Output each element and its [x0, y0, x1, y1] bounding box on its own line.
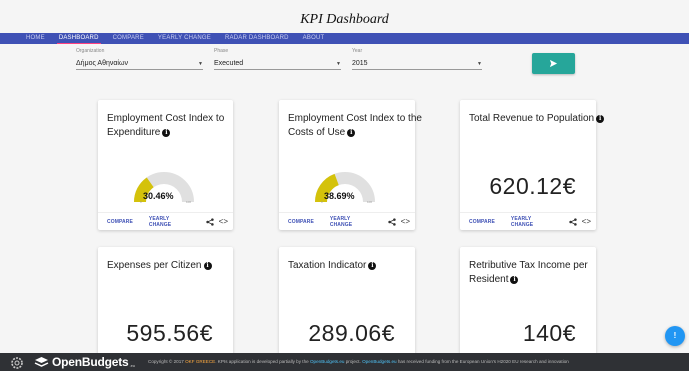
organization-select[interactable]: Organization Δήμος Αθηναίων ▼ — [76, 48, 203, 70]
gauge-min-label: 0 — [140, 200, 142, 204]
nav-compare[interactable]: COMPARE — [113, 33, 144, 44]
footer-text-prefix: Copyright © 2017 — [148, 359, 184, 364]
dropdown-arrow-icon: ▼ — [198, 61, 203, 67]
year-select[interactable]: Year 2015 ▼ — [352, 48, 482, 70]
share-icon[interactable] — [387, 217, 396, 226]
organization-value[interactable]: Δήμος Αθηναίων ▼ — [76, 60, 203, 70]
share-icon[interactable] — [568, 217, 577, 226]
kpi-card-title: Expenses per Citizen i — [107, 259, 247, 273]
card-actions: COMPARE YEARLY CHANGE <> — [460, 212, 596, 230]
organization-value-text: Δήμος Αθηναίων — [76, 60, 128, 67]
year-value[interactable]: 2015 ▼ — [352, 60, 482, 70]
kpi-value: 289.06€ — [308, 320, 395, 346]
yearly-change-button[interactable]: YEARLY CHANGE — [330, 216, 372, 228]
gauge-max-label: 100 — [186, 200, 192, 204]
info-icon[interactable]: i — [510, 276, 519, 284]
kpi-card-title-text: Taxation Indicator — [288, 260, 367, 271]
send-icon — [549, 59, 558, 68]
kpi-card-title-text: Retributive Tax Income per Resident — [469, 260, 588, 285]
kpi-card-title: Employment Cost Index to the Costs of Us… — [288, 112, 428, 140]
phase-label: Phase — [214, 48, 229, 54]
embed-code-icon[interactable]: <> — [401, 217, 410, 226]
compare-button[interactable]: COMPARE — [107, 219, 133, 225]
kpi-value: 140€ — [522, 320, 576, 346]
nav-radar-dashboard[interactable]: RADAR DASHBOARD — [225, 33, 289, 44]
dropdown-arrow-icon: ▼ — [336, 61, 341, 67]
kpi-card-title: Retributive Tax Income per Resident i — [469, 259, 609, 287]
phase-value[interactable]: Executed ▼ — [214, 60, 341, 70]
kpi-card: Employment Cost Index to Expenditure i 30… — [98, 100, 233, 230]
kpi-card-title: Taxation Indicator i — [288, 259, 428, 273]
kpi-card: Employment Cost Index to the Costs of Us… — [279, 100, 422, 230]
footer-brand: OpenBudgets — [52, 355, 129, 369]
kpi-card-title: Employment Cost Index to Expenditure i — [107, 112, 247, 140]
nav-dashboard[interactable]: DASHBOARD — [56, 33, 101, 44]
footer-text-suffix: has received funding from the European U… — [397, 359, 569, 364]
kpi-card: Total Revenue to Population i 620.12€ COM… — [460, 100, 605, 230]
yearly-change-button[interactable]: YEARLY CHANGE — [149, 216, 190, 228]
footer-link-project[interactable]: OpenBudgets.eu — [310, 359, 344, 364]
top-navbar: HOME DASHBOARD COMPARE YEARLY CHANGE RAD… — [0, 33, 689, 44]
page-title: KPI Dashboard — [300, 12, 389, 27]
footer-brand-suffix: .eu — [129, 362, 136, 368]
info-icon[interactable]: i — [596, 115, 605, 123]
nav-yearly-change[interactable]: YEARLY CHANGE — [158, 33, 211, 44]
gauge-min-label: 0 — [321, 200, 323, 204]
footer-link-project-2[interactable]: OpenBudgets.eu — [362, 359, 396, 364]
info-icon[interactable]: i — [347, 129, 356, 137]
info-icon[interactable]: i — [368, 262, 377, 270]
submit-button[interactable] — [532, 53, 575, 74]
card-actions: COMPARE YEARLY CHANGE <> — [279, 212, 415, 230]
filter-bar: Organization Δήμος Αθηναίων ▼ Phase Exec… — [0, 46, 689, 86]
compare-button[interactable]: COMPARE — [469, 219, 495, 225]
gear-logo-icon — [11, 357, 23, 369]
gauge-value: 30.46% — [143, 191, 174, 201]
help-fab-button[interactable]: ! — [665, 326, 685, 346]
year-label: Year — [352, 48, 363, 54]
footer: OpenBudgets .eu Copyright © 2017 OKF GRE… — [0, 353, 689, 371]
share-icon[interactable] — [205, 217, 214, 226]
gauge-value: 38.69% — [324, 191, 355, 201]
footer-link-okf[interactable]: OKF GREECE — [185, 359, 215, 364]
embed-code-icon[interactable]: <> — [582, 217, 591, 226]
nav-home[interactable]: HOME — [26, 33, 45, 44]
card-actions: COMPARE YEARLY CHANGE <> — [98, 212, 233, 230]
compare-button[interactable]: COMPARE — [288, 219, 314, 225]
footer-copyright: Copyright © 2017 OKF GREECE. KPIs applic… — [148, 358, 689, 365]
organization-label: Organization — [76, 48, 105, 54]
yearly-change-button[interactable]: YEARLY CHANGE — [511, 216, 553, 228]
footer-text-mid: . KPIs application is developed partiall… — [215, 359, 309, 364]
gauge-max-label: 100 — [367, 200, 373, 204]
kpi-card-title: Total Revenue to Population i — [469, 112, 609, 126]
phase-select[interactable]: Phase Executed ▼ — [214, 48, 341, 70]
openbudgets-logo[interactable]: OpenBudgets .eu — [34, 355, 135, 369]
kpi-value: 595.56€ — [126, 320, 213, 346]
kpi-card: Retributive Tax Income per Resident i 140… — [460, 247, 596, 357]
kpi-card-title-text: Employment Cost Index to the Costs of Us… — [288, 113, 422, 138]
kpi-value: 620.12€ — [489, 173, 576, 199]
kpi-card: Taxation Indicator i 289.06€ — [279, 247, 415, 357]
year-value-text: 2015 — [352, 60, 368, 67]
kpi-card-title-text: Total Revenue to Population — [469, 113, 595, 124]
kpi-card-title-text: Expenses per Citizen — [107, 260, 202, 271]
kpi-card: Expenses per Citizen i 595.56€ — [98, 247, 233, 357]
phase-value-text: Executed — [214, 60, 244, 67]
dropdown-arrow-icon: ▼ — [477, 61, 482, 67]
info-icon[interactable]: i — [162, 129, 171, 137]
nav-about[interactable]: ABOUT — [303, 33, 325, 44]
info-icon[interactable]: i — [203, 262, 212, 270]
embed-code-icon[interactable]: <> — [219, 217, 228, 226]
footer-text-mid2: project. — [345, 359, 361, 364]
openbudgets-logo-icon — [34, 357, 49, 367]
